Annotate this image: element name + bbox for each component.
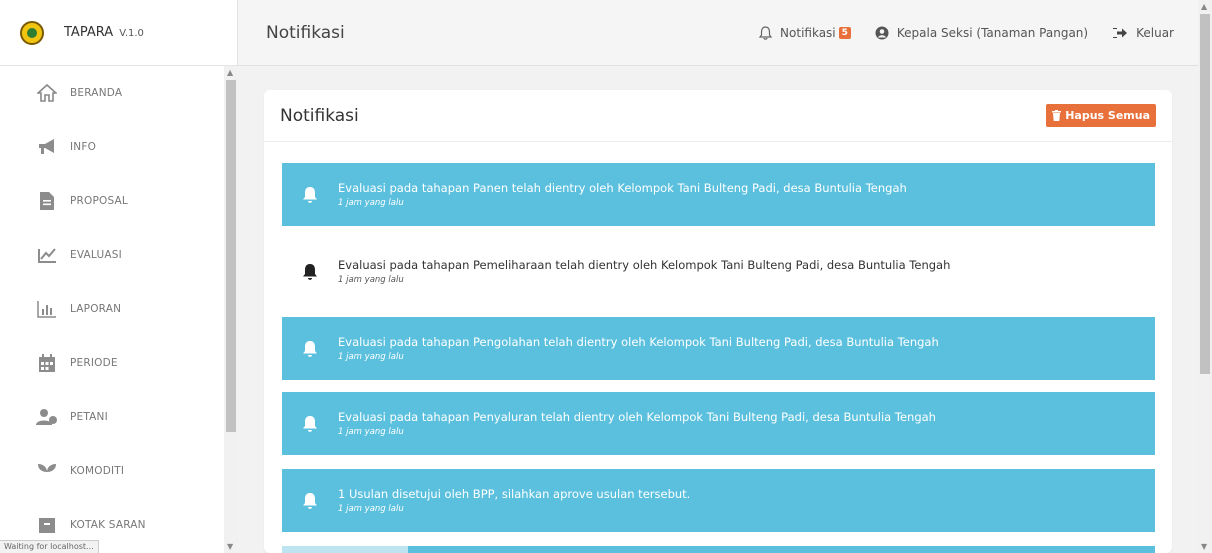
notification-message: Evaluasi pada tahapan Pemeliharaan telah… (338, 258, 951, 272)
sidebar-item-periode[interactable]: PERIODE (0, 336, 224, 390)
loading-progress-bar (282, 546, 408, 553)
bell-icon (300, 340, 320, 358)
sidebar-item-info[interactable]: INFO (0, 120, 224, 174)
bell-icon (300, 186, 320, 204)
scroll-up-icon[interactable]: ▲ (227, 68, 233, 77)
sidebar: TAPARA V.1.0 BERANDA INFO PROPOSAL EVALU… (0, 0, 238, 553)
sidebar-scrollbar[interactable]: ▲ ▼ (224, 66, 238, 553)
document-icon (36, 190, 58, 212)
sidebar-scrollbar-thumb[interactable] (226, 80, 236, 432)
sidebar-menu: BERANDA INFO PROPOSAL EVALUASI LAPORAN P… (0, 66, 224, 552)
bell-icon (300, 492, 320, 510)
brand-title: TAPARA (64, 25, 114, 40)
card-title: Notifikasi (280, 105, 359, 126)
chart-pen-icon (36, 244, 58, 266)
notification-message: Evaluasi pada tahapan Penyaluran telah d… (338, 410, 936, 424)
plant-icon (36, 460, 58, 482)
users-icon (36, 406, 58, 428)
trash-icon (1052, 110, 1062, 121)
page-title: Notifikasi (266, 22, 345, 43)
megaphone-icon (36, 136, 58, 158)
sign-out-icon (1112, 27, 1128, 39)
inbox-icon (36, 514, 58, 536)
notification-item[interactable]: Evaluasi pada tahapan Pemeliharaan telah… (282, 240, 1155, 303)
browser-status-bar: Waiting for localhost... (0, 540, 99, 553)
notification-message: 1 Usulan disetujui oleh BPP, silahkan ap… (338, 487, 691, 501)
notification-message: Evaluasi pada tahapan Panen telah dientr… (338, 181, 907, 195)
notification-message: Evaluasi pada tahapan Pengolahan telah d… (338, 335, 939, 349)
sidebar-item-label: PETANI (70, 411, 108, 423)
delete-all-button[interactable]: Hapus Semua (1046, 104, 1156, 127)
calendar-icon (36, 352, 58, 374)
sidebar-item-label: KOMODITI (70, 465, 125, 477)
sidebar-item-petani[interactable]: PETANI (0, 390, 224, 444)
bell-icon (300, 415, 320, 433)
notification-time: 1 jam yang lalu (338, 275, 404, 285)
sidebar-item-label: INFO (70, 141, 97, 153)
home-icon (36, 82, 58, 104)
sidebar-item-laporan[interactable]: LAPORAN (0, 282, 224, 336)
sidebar-item-label: PROPOSAL (70, 195, 128, 207)
sidebar-item-label: PERIODE (70, 357, 118, 369)
notifications-link[interactable]: Notifikasi 5 (759, 26, 851, 40)
scroll-down-icon[interactable]: ▼ (227, 542, 233, 551)
delete-all-label: Hapus Semua (1065, 109, 1150, 122)
bar-chart-icon (36, 298, 58, 320)
page-scrollbar[interactable]: ▲ ▼ (1198, 0, 1212, 553)
notifications-label: Notifikasi (780, 25, 836, 40)
notifications-card: Notifikasi Hapus Semua Evaluasi pada tah… (264, 90, 1172, 553)
sidebar-item-beranda[interactable]: BERANDA (0, 66, 224, 120)
brand[interactable]: TAPARA V.1.0 (0, 0, 237, 66)
logo-icon (20, 20, 44, 45)
notification-item[interactable]: Evaluasi pada tahapan Penyaluran telah d… (282, 392, 1155, 455)
brand-version: V.1.0 (119, 28, 144, 39)
scroll-up-icon[interactable]: ▲ (1201, 2, 1207, 11)
user-label: Kepala Seksi (Tanaman Pangan) (896, 25, 1089, 40)
bell-icon (300, 263, 320, 281)
notification-item[interactable]: Evaluasi pada tahapan Panen telah dientr… (282, 163, 1155, 226)
card-header: Notifikasi Hapus Semua (264, 90, 1172, 142)
sidebar-item-label: LAPORAN (70, 303, 122, 315)
sidebar-item-label: EVALUASI (70, 249, 122, 261)
notification-count-badge: 5 (838, 26, 851, 39)
notification-time: 1 jam yang lalu (338, 352, 404, 362)
notification-item[interactable]: Evaluasi pada tahapan Pengolahan telah d… (282, 317, 1155, 380)
sidebar-item-proposal[interactable]: PROPOSAL (0, 174, 224, 228)
topbar: Notifikasi Notifikasi 5 Kepala Seksi (Ta… (238, 0, 1198, 66)
bell-icon (759, 25, 773, 40)
sidebar-item-evaluasi[interactable]: EVALUASI (0, 228, 224, 282)
logout-label: Keluar (1136, 25, 1174, 40)
scroll-down-icon[interactable]: ▼ (1201, 542, 1207, 551)
notification-item[interactable]: 1 Usulan disetujui oleh BPP, silahkan ap… (282, 469, 1155, 532)
sidebar-item-label: BERANDA (70, 87, 123, 99)
sidebar-item-label: KOTAK SARAN (70, 519, 146, 531)
sidebar-item-komoditi[interactable]: KOMODITI (0, 444, 224, 498)
logout-link[interactable]: Keluar (1112, 26, 1174, 40)
user-circle-icon (875, 26, 889, 40)
notification-time: 1 jam yang lalu (338, 504, 404, 514)
brand-name: TAPARA V.1.0 (64, 25, 144, 40)
user-profile-link[interactable]: Kepala Seksi (Tanaman Pangan) (875, 26, 1088, 40)
notification-item[interactable] (282, 546, 1155, 553)
page-scrollbar-thumb[interactable] (1200, 14, 1210, 374)
notification-time: 1 jam yang lalu (338, 198, 404, 208)
notification-time: 1 jam yang lalu (338, 427, 404, 437)
